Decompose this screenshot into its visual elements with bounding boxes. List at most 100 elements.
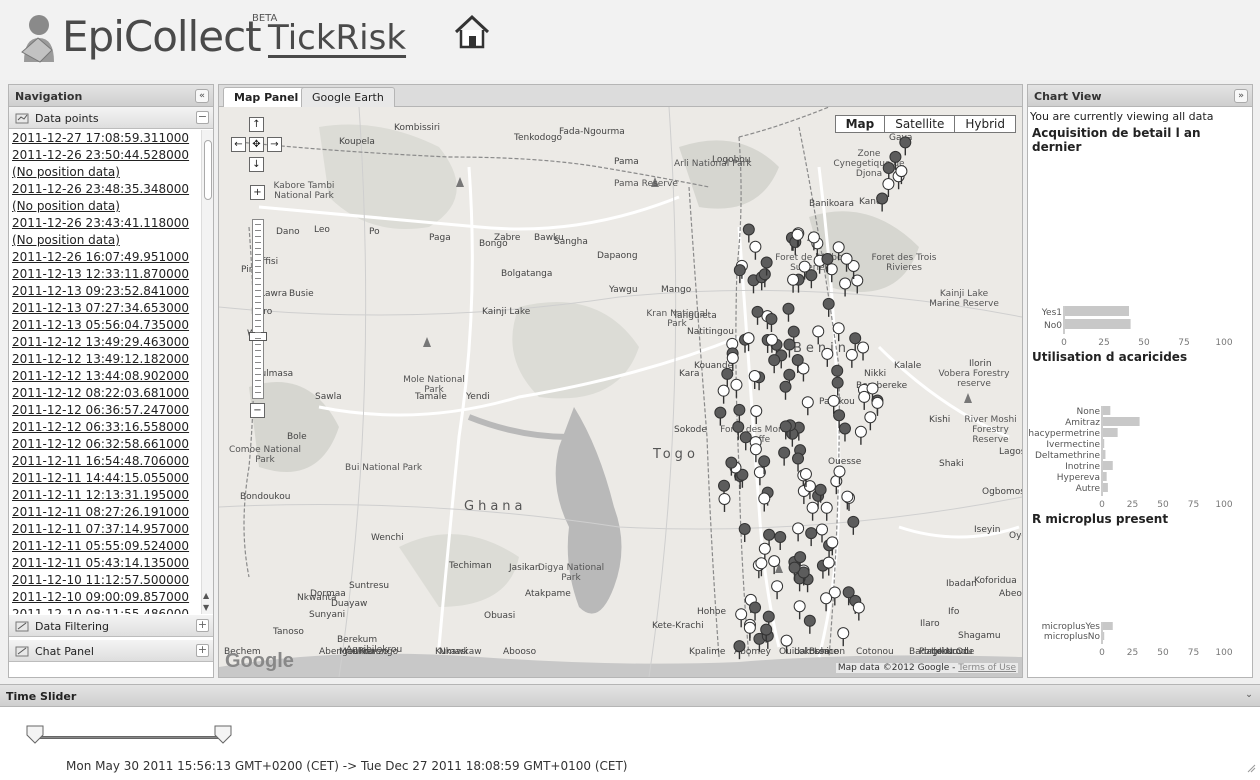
time-range-end-handle[interactable] xyxy=(214,725,232,745)
data-point-markers[interactable] xyxy=(219,107,1022,677)
data-point-item[interactable]: 2011-12-11 05:43:14.135000 xyxy=(12,555,201,572)
time-range-start-handle[interactable] xyxy=(26,725,44,745)
marker-filled-icon[interactable] xyxy=(768,354,781,374)
marker-filled-icon[interactable] xyxy=(749,601,762,621)
time-range-track[interactable] xyxy=(34,736,224,739)
zoom-in-icon[interactable]: + xyxy=(250,185,265,200)
data-point-item[interactable]: 2011-12-11 07:37:14.957000 xyxy=(12,521,201,538)
marker-hollow-icon[interactable] xyxy=(768,555,781,575)
data-filtering-header[interactable]: Data Filtering + xyxy=(9,615,213,637)
data-point-item[interactable]: 2011-12-26 23:50:44.528000 xyxy=(12,147,201,164)
data-point-item[interactable]: 2011-12-13 09:23:52.841000 xyxy=(12,283,201,300)
data-point-item[interactable]: 2011-12-12 13:49:12.182000 xyxy=(12,351,201,368)
marker-hollow-icon[interactable] xyxy=(821,347,834,367)
marker-filled-icon[interactable] xyxy=(831,376,844,396)
marker-hollow-icon[interactable] xyxy=(797,362,810,382)
marker-filled-icon[interactable] xyxy=(847,515,860,535)
data-point-item[interactable]: 2011-12-11 05:55:09.524000 xyxy=(12,538,201,555)
collapse-left-icon[interactable]: « xyxy=(195,89,209,103)
marker-filled-icon[interactable] xyxy=(822,297,835,317)
marker-hollow-icon[interactable] xyxy=(845,348,858,368)
marker-hollow-icon[interactable] xyxy=(812,325,825,345)
marker-filled-icon[interactable] xyxy=(733,264,746,284)
expand-plus-icon[interactable]: + xyxy=(196,619,209,632)
terms-of-use-link[interactable]: Terms of Use xyxy=(958,663,1016,673)
marker-hollow-icon[interactable] xyxy=(793,600,806,620)
data-point-item[interactable]: (No position data) xyxy=(12,164,201,181)
marker-hollow-icon[interactable] xyxy=(758,492,771,512)
data-points-scrollbar[interactable]: ▲ ▼ xyxy=(201,130,213,614)
pan-down-icon[interactable]: ↓ xyxy=(249,157,264,172)
collapse-right-icon[interactable]: » xyxy=(1234,89,1248,103)
data-point-item[interactable]: 2011-12-12 06:36:57.247000 xyxy=(12,402,201,419)
data-point-item[interactable]: 2011-12-26 16:07:49.951000 xyxy=(12,249,201,266)
scroll-up-icon[interactable]: ▲ xyxy=(203,591,209,600)
marker-hollow-icon[interactable] xyxy=(852,601,865,621)
home-icon[interactable] xyxy=(452,14,492,50)
marker-hollow-icon[interactable] xyxy=(864,411,877,431)
marker-hollow-icon[interactable] xyxy=(755,557,768,577)
data-point-item[interactable]: 2011-12-26 23:43:41.118000 xyxy=(12,215,201,232)
marker-filled-icon[interactable] xyxy=(805,527,818,547)
marker-hollow-icon[interactable] xyxy=(792,522,805,542)
scroll-down-icon[interactable]: ▼ xyxy=(203,603,209,612)
data-point-item[interactable]: 2011-12-11 14:44:15.055000 xyxy=(12,470,201,487)
data-point-item[interactable]: 2011-12-27 17:08:59.311000 xyxy=(12,130,201,147)
marker-hollow-icon[interactable] xyxy=(750,404,763,424)
data-point-item[interactable]: 2011-12-12 06:32:58.661000 xyxy=(12,436,201,453)
marker-hollow-icon[interactable] xyxy=(771,580,784,600)
data-points-header[interactable]: Data points − xyxy=(9,107,213,129)
data-point-item[interactable]: 2011-12-12 08:22:03.681000 xyxy=(12,385,201,402)
expand-plus-icon[interactable]: + xyxy=(196,644,209,657)
pan-left-icon[interactable]: ← xyxy=(231,137,246,152)
marker-hollow-icon[interactable] xyxy=(801,396,814,416)
data-point-item[interactable]: 2011-12-13 12:33:11.870000 xyxy=(12,266,201,283)
marker-hollow-icon[interactable] xyxy=(841,490,854,510)
data-point-item[interactable]: 2011-12-13 07:27:34.653000 xyxy=(12,300,201,317)
marker-hollow-icon[interactable] xyxy=(820,501,833,521)
marker-filled-icon[interactable] xyxy=(779,380,792,400)
marker-filled-icon[interactable] xyxy=(758,268,771,288)
marker-filled-icon[interactable] xyxy=(733,403,746,423)
pan-center-icon[interactable]: ✥ xyxy=(249,137,264,152)
marker-hollow-icon[interactable] xyxy=(822,556,835,576)
pan-up-icon[interactable]: ↑ xyxy=(249,117,264,132)
chat-panel-header[interactable]: Chat Panel + xyxy=(9,640,213,662)
tab-map-panel[interactable]: Map Panel xyxy=(223,87,310,107)
marker-hollow-icon[interactable] xyxy=(749,240,762,260)
tab-google-earth[interactable]: Google Earth xyxy=(301,87,395,107)
marker-hollow-icon[interactable] xyxy=(832,322,845,342)
pan-right-icon[interactable]: → xyxy=(267,137,282,152)
marker-filled-icon[interactable] xyxy=(838,422,851,442)
marker-hollow-icon[interactable] xyxy=(837,627,850,647)
zoom-out-icon[interactable]: − xyxy=(250,403,265,418)
data-point-item[interactable]: 2011-12-12 13:49:29.463000 xyxy=(12,334,201,351)
resize-grip-icon[interactable] xyxy=(1246,763,1256,773)
marker-hollow-icon[interactable] xyxy=(857,341,870,361)
marker-hollow-icon[interactable] xyxy=(787,273,800,293)
google-logo[interactable]: Google xyxy=(225,650,294,673)
data-point-item[interactable]: 2011-12-10 11:12:57.500000 xyxy=(12,572,201,589)
data-point-item[interactable]: (No position data) xyxy=(12,198,201,215)
marker-hollow-icon[interactable] xyxy=(730,378,743,398)
data-point-item[interactable]: 2011-12-12 06:33:16.558000 xyxy=(12,419,201,436)
marker-hollow-icon[interactable] xyxy=(780,634,793,654)
collapse-minus-icon[interactable]: − xyxy=(196,111,209,124)
marker-filled-icon[interactable] xyxy=(803,614,816,634)
map-type-hybrid-button[interactable]: Hybrid xyxy=(955,116,1015,132)
map-type-satellite-button[interactable]: Satellite xyxy=(885,116,956,132)
marker-filled-icon[interactable] xyxy=(782,302,795,322)
map-canvas[interactable]: Ghana Togo Benin Kombissiri Tenkodogo Fada… xyxy=(219,107,1022,677)
marker-hollow-icon[interactable] xyxy=(806,501,819,521)
data-point-item[interactable]: 2011-12-10 08:11:55.486000 xyxy=(12,606,201,614)
zoom-slider-track[interactable] xyxy=(249,219,267,399)
collapse-down-icon[interactable]: ⌄ xyxy=(1242,689,1256,703)
zoom-slider-handle[interactable] xyxy=(249,332,267,341)
data-point-item[interactable]: 2011-12-11 08:27:26.191000 xyxy=(12,504,201,521)
data-point-item[interactable]: 2011-12-11 12:13:31.195000 xyxy=(12,487,201,504)
marker-hollow-icon[interactable] xyxy=(854,425,867,445)
data-point-item[interactable]: 2011-12-13 05:56:04.735000 xyxy=(12,317,201,334)
marker-hollow-icon[interactable] xyxy=(839,277,852,297)
marker-filled-icon[interactable] xyxy=(778,446,791,466)
data-point-item[interactable]: 2011-12-10 09:00:09.857000 xyxy=(12,589,201,606)
